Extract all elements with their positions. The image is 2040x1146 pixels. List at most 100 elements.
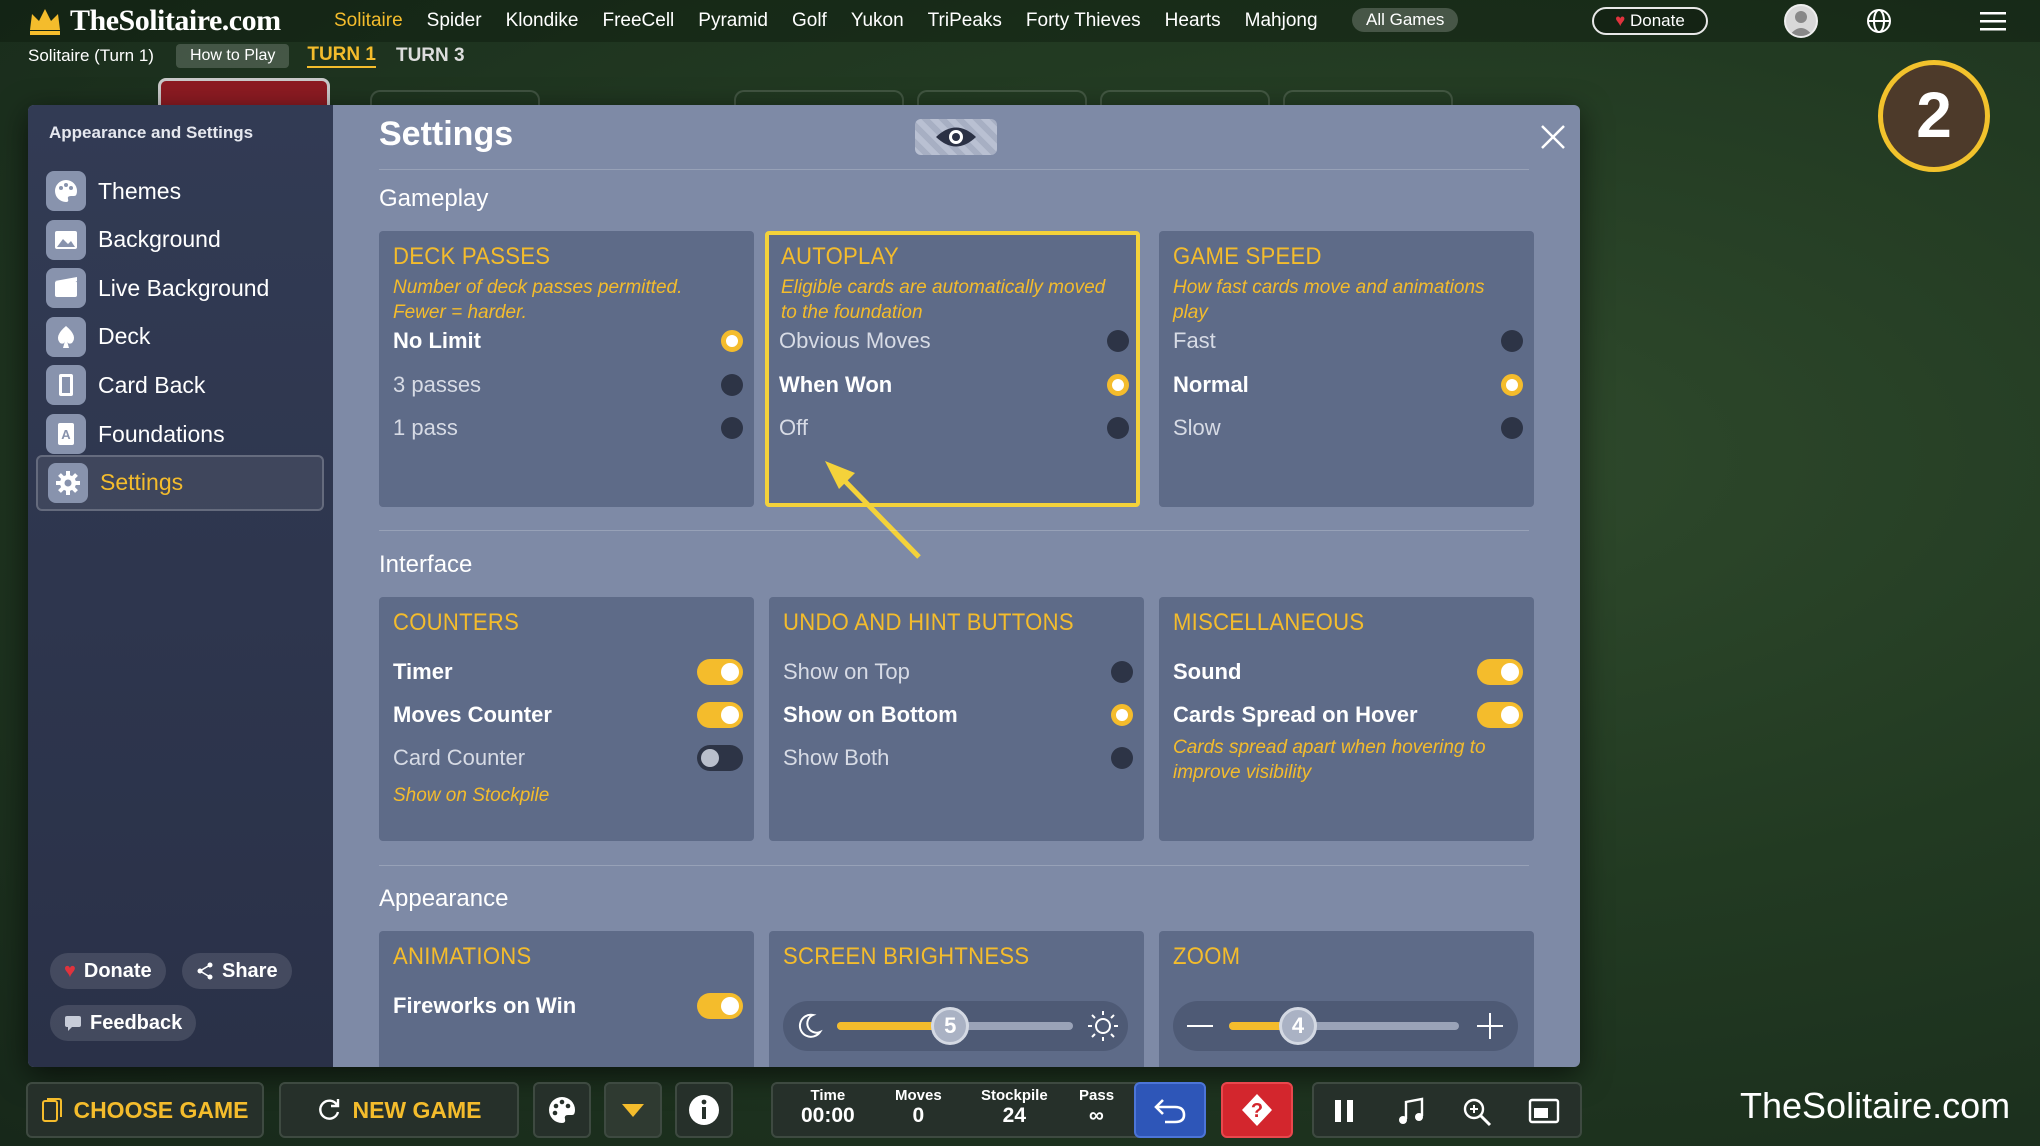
hint-button[interactable]: ? <box>1221 1082 1293 1138</box>
moves-stat: Moves 0 <box>895 1087 942 1128</box>
game-stats-panel: Time 00:00 Moves 0 Stockpile 24 Pass ∞ <box>771 1082 1143 1138</box>
radio-button[interactable] <box>1111 704 1133 726</box>
option-show-both[interactable]: Show Both <box>783 743 1133 773</box>
fireworks-toggle-row[interactable]: Fireworks on Win <box>393 991 743 1021</box>
undo-button[interactable] <box>1134 1082 1206 1138</box>
sidebar-item-themes[interactable]: Themes <box>36 163 324 219</box>
radio-button[interactable] <box>1111 747 1133 769</box>
option-1-pass[interactable]: 1 pass <box>393 413 743 443</box>
radio-button[interactable] <box>1107 373 1129 396</box>
dropdown-button[interactable] <box>604 1082 662 1138</box>
preview-eye-button[interactable] <box>915 119 997 155</box>
new-game-label: NEW GAME <box>352 1096 482 1123</box>
time-label: Time <box>810 1087 846 1104</box>
nav-game-yukon[interactable]: Yukon <box>839 10 916 32</box>
user-avatar[interactable] <box>1784 4 1818 38</box>
sidebar-item-live-background[interactable]: Live Background <box>36 260 324 316</box>
sound-toggle-row[interactable]: Sound <box>1173 657 1523 687</box>
sidebar-item-foundations[interactable]: A Foundations <box>36 406 324 462</box>
globe-icon[interactable] <box>1866 8 1892 34</box>
nav-game-mahjong[interactable]: Mahjong <box>1233 10 1330 32</box>
brightness-slider[interactable]: 5 <box>783 1001 1128 1051</box>
themes-button[interactable] <box>533 1082 591 1138</box>
sidebar-item-settings[interactable]: Settings <box>36 454 324 511</box>
sound-toggle[interactable] <box>1477 659 1523 685</box>
cards-spread-toggle[interactable] <box>1477 702 1523 728</box>
option-no-limit[interactable]: No Limit <box>393 326 743 356</box>
info-icon <box>689 1095 719 1125</box>
cards-spread-label: Cards Spread on Hover <box>1173 702 1418 727</box>
palette-icon <box>549 1097 575 1123</box>
how-to-play-button[interactable]: How to Play <box>175 44 290 68</box>
choose-game-button[interactable]: CHOOSE GAME <box>26 1082 264 1138</box>
radio-button[interactable] <box>721 417 743 439</box>
counters-title: COUNTERS <box>393 609 520 636</box>
option-label: 1 pass <box>393 415 458 440</box>
sidebar-donate-button[interactable]: ♥ Donate <box>50 953 166 989</box>
info-button[interactable] <box>675 1082 733 1138</box>
zoom-icon[interactable] <box>1462 1097 1492 1127</box>
radio-button[interactable] <box>721 330 743 352</box>
sidebar-item-card-back[interactable]: Card Back <box>36 357 324 413</box>
nav-game-klondike[interactable]: Klondike <box>494 10 591 32</box>
music-icon[interactable] <box>1396 1097 1426 1127</box>
nav-game-golf[interactable]: Golf <box>780 10 839 32</box>
nav-game-hearts[interactable]: Hearts <box>1153 10 1233 32</box>
turn3-tab[interactable]: TURN 3 <box>396 45 465 67</box>
radio-button[interactable] <box>721 373 743 396</box>
brightness-knob[interactable]: 5 <box>931 1007 970 1045</box>
nav-game-spider[interactable]: Spider <box>415 10 494 32</box>
fireworks-toggle[interactable] <box>697 993 743 1019</box>
fullscreen-icon[interactable] <box>1528 1097 1560 1125</box>
minus-icon[interactable] <box>1185 1015 1215 1037</box>
timer-toggle[interactable] <box>697 659 743 685</box>
cards-spread-toggle-row[interactable]: Cards Spread on Hover <box>1173 700 1523 730</box>
donate-button[interactable]: ♥ Donate <box>1592 7 1708 35</box>
option-show-on-top[interactable]: Show on Top <box>783 657 1133 687</box>
plus-icon[interactable] <box>1475 1011 1505 1041</box>
radio-button[interactable] <box>1111 661 1133 683</box>
share-button[interactable]: Share <box>182 953 292 989</box>
zoom-slider[interactable]: 4 <box>1173 1001 1518 1051</box>
option-off[interactable]: Off <box>779 413 1129 443</box>
sidebar-item-background[interactable]: Background <box>36 212 324 268</box>
all-games-button[interactable]: All Games <box>1352 8 1459 32</box>
radio-button[interactable] <box>1107 417 1129 439</box>
game-speed-desc: How fast cards move and animations play <box>1173 277 1485 323</box>
moves-counter-toggle-row[interactable]: Moves Counter <box>393 700 743 730</box>
radio-button[interactable] <box>1501 417 1523 439</box>
hamburger-menu-icon[interactable] <box>1980 10 2006 32</box>
option-fast[interactable]: Fast <box>1173 326 1523 356</box>
option-obvious-moves[interactable]: Obvious Moves <box>779 326 1129 356</box>
option-when-won[interactable]: When Won <box>779 370 1129 400</box>
option-show-on-bottom[interactable]: Show on Bottom <box>783 700 1133 730</box>
radio-button[interactable] <box>1501 330 1523 352</box>
sidebar-item-deck[interactable]: Deck <box>36 309 324 365</box>
card-counter-toggle[interactable] <box>697 745 743 771</box>
nav-game-freecell[interactable]: FreeCell <box>590 10 686 32</box>
pointer-arrow-icon <box>825 461 921 559</box>
new-game-button[interactable]: NEW GAME <box>279 1082 519 1138</box>
close-icon[interactable] <box>1537 121 1569 153</box>
turn1-tab[interactable]: TURN 1 <box>307 44 376 68</box>
autoplay-title: AUTOPLAY <box>781 243 899 270</box>
option-label: Show on Bottom <box>783 702 958 727</box>
nav-game-tripeaks[interactable]: TriPeaks <box>916 10 1014 32</box>
feedback-button[interactable]: Feedback <box>50 1005 197 1041</box>
zoom-knob[interactable]: 4 <box>1279 1007 1317 1045</box>
moves-label: Moves <box>895 1087 942 1104</box>
site-logo[interactable]: TheSolitaire.com <box>28 4 281 38</box>
nav-game-forty-thieves[interactable]: Forty Thieves <box>1014 10 1153 32</box>
radio-button[interactable] <box>1501 373 1523 396</box>
autoplay-desc: Eligible cards are automatically moved t… <box>781 277 1106 323</box>
option-slow[interactable]: Slow <box>1173 413 1523 443</box>
nav-game-pyramid[interactable]: Pyramid <box>686 10 780 32</box>
pause-icon[interactable] <box>1330 1097 1358 1125</box>
radio-button[interactable] <box>1107 330 1129 352</box>
card-counter-toggle-row[interactable]: Card Counter <box>393 743 743 773</box>
option-3-passes[interactable]: 3 passes <box>393 370 743 400</box>
option-normal[interactable]: Normal <box>1173 370 1523 400</box>
moves-counter-toggle[interactable] <box>697 702 743 728</box>
nav-game-solitaire[interactable]: Solitaire <box>322 10 415 32</box>
timer-toggle-row[interactable]: Timer <box>393 657 743 687</box>
